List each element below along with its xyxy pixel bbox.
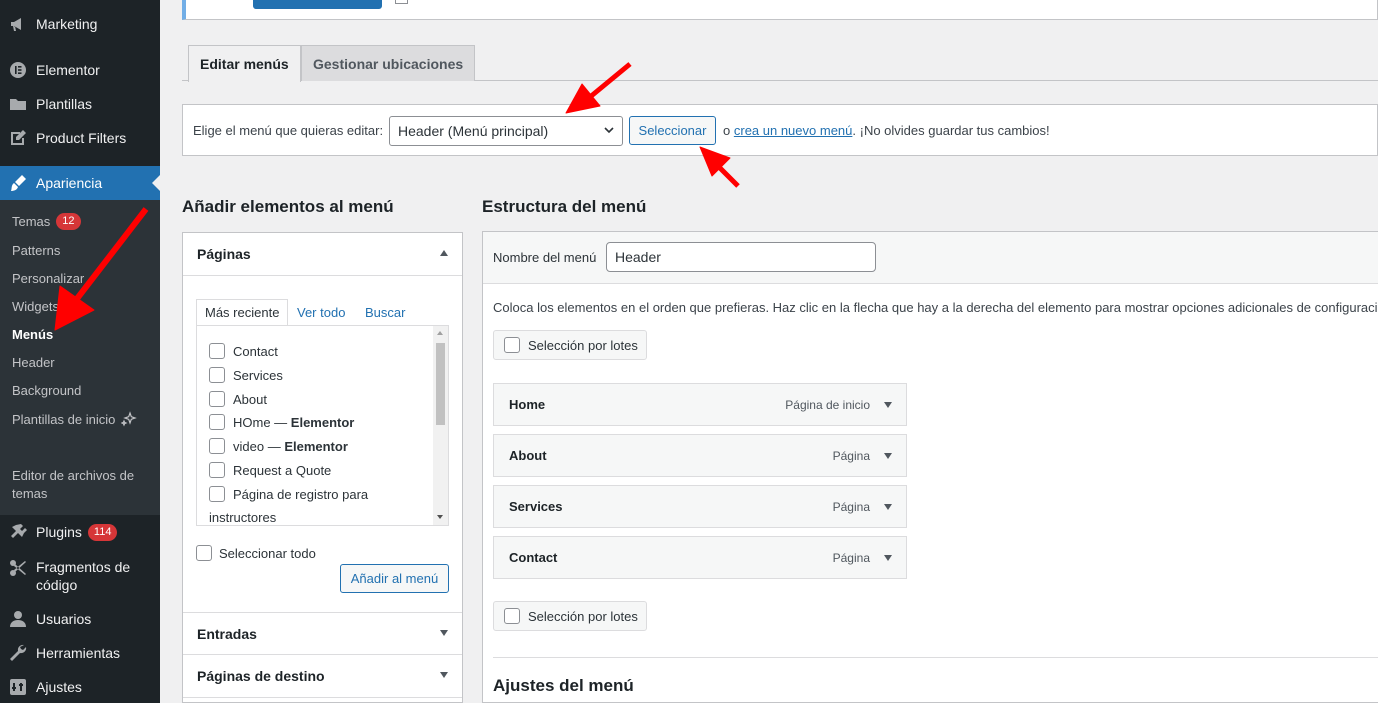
chevron-down-icon <box>604 127 614 134</box>
expand-arrow-icon[interactable] <box>884 504 892 510</box>
submenu-widgets[interactable]: Widgets <box>12 299 59 314</box>
page-checkbox-contact[interactable]: Contact <box>209 343 278 359</box>
accordion-paginas-destino[interactable]: Páginas de destino <box>183 655 462 698</box>
menu-item-usuarios[interactable]: Usuarios <box>0 605 160 633</box>
menu-settings-heading: Ajustes del menú <box>493 676 634 695</box>
structure-heading: Estructura del menú <box>482 197 647 216</box>
submenu-editor-archivos[interactable]: Editor de archivos de temas <box>12 467 152 503</box>
scroll-up-icon[interactable] <box>437 331 443 335</box>
checkbox[interactable] <box>209 438 225 454</box>
add-to-menu-button[interactable]: Añadir al menú <box>340 564 449 593</box>
page-checkbox-services[interactable]: Services <box>209 367 283 383</box>
sparkles-icon <box>121 411 138 427</box>
pages-checklist: Contact Services About HOme — Elementor … <box>196 325 449 526</box>
section-divider <box>493 657 1378 658</box>
plugin-update-badge: 114 <box>87 523 118 541</box>
checkbox[interactable] <box>209 462 225 478</box>
menu-item-apariencia[interactable]: Apariencia <box>0 166 160 200</box>
expand-arrow-icon[interactable] <box>884 402 892 408</box>
submenu-temas[interactable]: Temas 12 <box>12 213 81 230</box>
submenu-menus[interactable]: Menús <box>12 327 53 342</box>
expand-arrow-icon[interactable] <box>884 453 892 459</box>
accordion-paginas[interactable]: Páginas <box>183 233 462 276</box>
menu-item-plantillas[interactable]: Plantillas <box>0 90 160 118</box>
collapse-arrow-icon <box>440 250 448 256</box>
scrollbar[interactable] <box>433 326 448 525</box>
top-checkbox[interactable] <box>395 0 408 4</box>
update-count-badge: 12 <box>56 213 81 230</box>
page-checkbox-registro[interactable]: Página de registro para <box>209 486 368 502</box>
page-checkbox-request-quote[interactable]: Request a Quote <box>209 462 331 478</box>
menu-item-fragmentos[interactable]: Fragmentos de código <box>0 558 160 594</box>
page-checkbox-home[interactable]: HOme — Elementor <box>209 414 354 430</box>
menu-select-dropdown[interactable]: Header (Menú principal) <box>389 116 623 146</box>
create-menu-hint: o crea un nuevo menú. ¡No olvides guarda… <box>723 123 1050 138</box>
arrow-to-button-shaft <box>714 162 740 188</box>
create-menu-link[interactable]: crea un nuevo menú <box>734 123 853 138</box>
tab-editar-menus[interactable]: Editar menús <box>188 45 301 82</box>
plugin-icon <box>0 522 36 542</box>
bulk-select-bottom[interactable]: Selección por lotes <box>493 601 647 631</box>
add-items-heading: Añadir elementos al menú <box>182 197 394 216</box>
checkbox[interactable] <box>209 414 225 430</box>
page-registro-continued: instructores <box>209 510 277 525</box>
submenu-header[interactable]: Header <box>12 355 55 370</box>
submenu-personalizar[interactable]: Personalizar <box>12 271 84 286</box>
select-all-checkbox[interactable]: Seleccionar todo <box>196 545 316 561</box>
expand-arrow-icon <box>440 672 448 678</box>
elementor-icon <box>0 60 36 80</box>
menu-name-input[interactable]: Header <box>606 242 876 272</box>
menu-select-label: Elige el menú que quieras editar: <box>193 122 384 138</box>
wrench-icon <box>0 643 36 663</box>
tab-ver-todo[interactable]: Ver todo <box>297 299 345 325</box>
menu-item-ajustes[interactable]: Ajustes <box>0 673 160 701</box>
menu-item-herramientas[interactable]: Herramientas <box>0 639 160 667</box>
submenu-background[interactable]: Background <box>12 383 81 398</box>
tab-gestionar-ubicaciones[interactable]: Gestionar ubicaciones <box>301 45 476 81</box>
menu-item-contact[interactable]: Contact Página <box>493 536 907 579</box>
scroll-thumb[interactable] <box>436 343 445 425</box>
menu-item-home[interactable]: Home Página de inicio <box>493 383 907 426</box>
top-primary-button[interactable] <box>253 0 382 9</box>
bulk-select-top[interactable]: Selección por lotes <box>493 330 647 360</box>
scissors-icon <box>0 558 36 578</box>
checkbox[interactable] <box>209 391 225 407</box>
admin-sidebar: Marketing Elementor Plantillas Product F… <box>0 0 160 703</box>
menu-select-bar: Elige el menú que quieras editar: Header… <box>182 104 1378 156</box>
checkbox[interactable] <box>504 608 520 624</box>
page-checkbox-about[interactable]: About <box>209 391 267 407</box>
menu-item-services[interactable]: Services Página <box>493 485 907 528</box>
menu-item-plugins[interactable]: Plugins 114 <box>0 518 160 546</box>
folder-icon <box>0 94 36 114</box>
page-checkbox-video[interactable]: video — Elementor <box>209 438 348 454</box>
accordion-entradas[interactable]: Entradas <box>183 612 462 655</box>
tab-mas-reciente[interactable]: Más reciente <box>196 299 289 326</box>
seleccionar-button[interactable]: Seleccionar <box>629 116 716 145</box>
menu-item-about[interactable]: About Página <box>493 434 907 477</box>
submenu-plantillas-inicio[interactable]: Plantillas de inicio <box>12 411 138 427</box>
structure-instructions: Coloca los elementos en el orden que pre… <box>493 300 1378 315</box>
menu-item-product-filters[interactable]: Product Filters <box>0 124 160 152</box>
checkbox[interactable] <box>209 486 225 502</box>
brush-icon <box>0 173 36 193</box>
submenu-patterns[interactable]: Patterns <box>12 243 60 258</box>
scroll-down-icon[interactable] <box>437 515 443 519</box>
expand-arrow-icon <box>440 630 448 636</box>
settings-icon <box>0 677 36 697</box>
edit-icon <box>0 128 36 148</box>
tab-buscar[interactable]: Buscar <box>365 299 405 325</box>
checkbox[interactable] <box>504 337 520 353</box>
menu-name-label: Nombre del menú <box>493 250 597 265</box>
megaphone-icon <box>0 14 36 34</box>
checkbox[interactable] <box>209 343 225 359</box>
user-icon <box>0 609 36 629</box>
checkbox[interactable] <box>209 367 225 383</box>
checkbox[interactable] <box>196 545 212 561</box>
expand-arrow-icon[interactable] <box>884 555 892 561</box>
menu-item-marketing[interactable]: Marketing <box>0 10 160 38</box>
menu-item-elementor[interactable]: Elementor <box>0 56 160 84</box>
